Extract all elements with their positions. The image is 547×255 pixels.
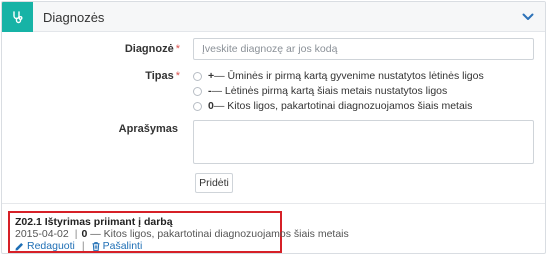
entry-date: 2015-04-02 <box>15 228 69 240</box>
radio-button[interactable] <box>193 101 202 111</box>
type-label: Tipas * <box>145 70 180 82</box>
radio-button[interactable] <box>193 86 202 96</box>
diagnoses-panel: Diagnozės Diagnozė* Tipas* + — Ūminės ir… <box>1 1 546 254</box>
diagnosis-label: Diagnozė * <box>124 43 180 55</box>
edit-link[interactable]: Redaguoti <box>15 240 75 252</box>
chevron-down-icon[interactable] <box>520 10 536 24</box>
type-option-chronic[interactable]: - — Lėtinės pirmą kartą šiais metais nus… <box>193 84 447 98</box>
panel-header: Diagnozės <box>2 2 545 32</box>
entry-actions: Redaguoti | Pašalinti <box>15 240 142 252</box>
panel-title: Diagnozės <box>43 10 105 25</box>
trash-icon <box>92 241 100 251</box>
diagnosis-entry: Z02.1 Ištyrimas priimant į darbą 2015-04… <box>8 211 349 253</box>
delete-link[interactable]: Pašalinti <box>92 240 142 252</box>
entry-meta: 2015-04-02 | 0 — Kitos ligos, pakartotinai… <box>15 228 349 240</box>
entry-type-text: — Kitos ligos, pakartotinai diagnozuojam… <box>87 228 349 240</box>
divider <box>2 203 545 204</box>
entry-title: Z02.1 Ištyrimas priimant į darbą <box>15 216 173 228</box>
radio-button[interactable] <box>193 71 202 81</box>
type-option-repeated[interactable]: 0 — Kitos ligos, pakartotinai diagnozuoj… <box>193 99 472 113</box>
type-option-acute[interactable]: + — Ūminės ir pirmą kartą gyvenime nusta… <box>193 69 484 83</box>
diagnosis-search-input[interactable] <box>193 38 534 60</box>
pencil-icon <box>15 242 23 250</box>
description-label: Aprašymas <box>118 123 178 135</box>
stethoscope-icon <box>2 2 33 32</box>
add-button[interactable]: Pridėti <box>195 173 233 193</box>
description-textarea[interactable] <box>193 120 534 164</box>
